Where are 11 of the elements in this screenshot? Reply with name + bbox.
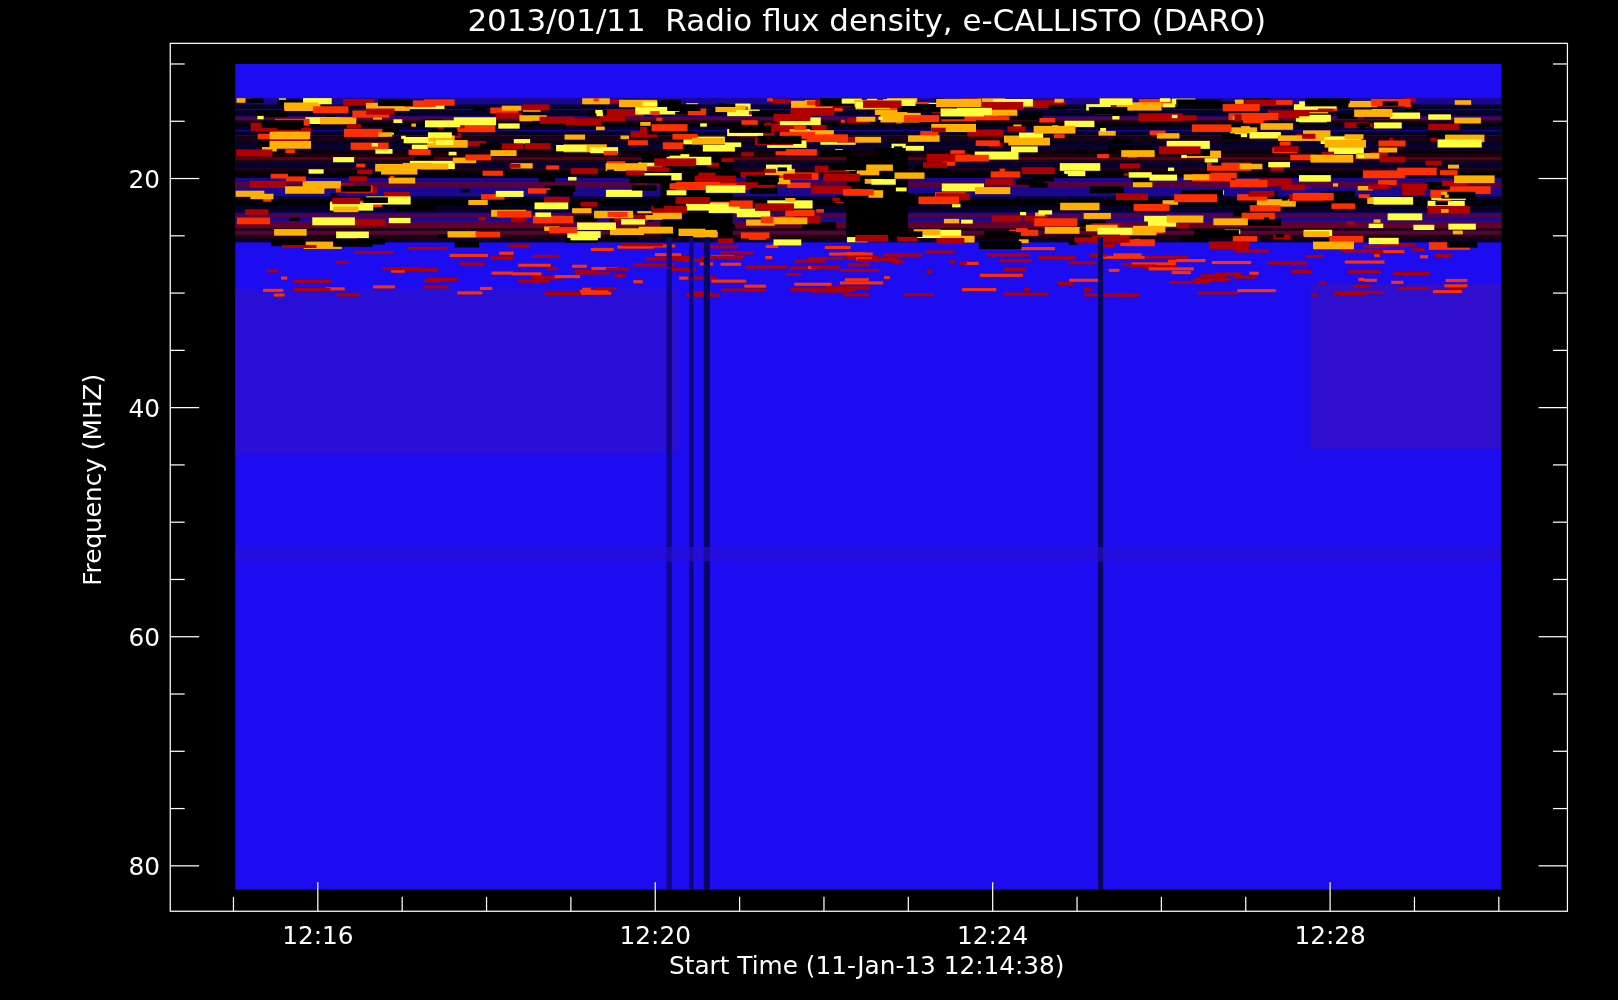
tick-label: 12:20 — [619, 921, 691, 951]
tick-label: 12:24 — [957, 921, 1029, 951]
tick-label: 12:16 — [282, 921, 354, 951]
axis-label: Frequency (MHZ) — [78, 373, 108, 586]
tick-label: 80 — [128, 852, 160, 882]
tick-label: 12:28 — [1294, 921, 1366, 951]
chart-title: 2013/01/11 Radio flux density, e-CALLISTO (DARO) — [467, 1, 1267, 38]
tick-label: 20 — [128, 164, 160, 194]
tick-label: 60 — [128, 623, 160, 653]
tick-label: 40 — [128, 393, 160, 423]
axis-label: Start Time (11-Jan-13 12:14:38) — [669, 951, 1065, 981]
